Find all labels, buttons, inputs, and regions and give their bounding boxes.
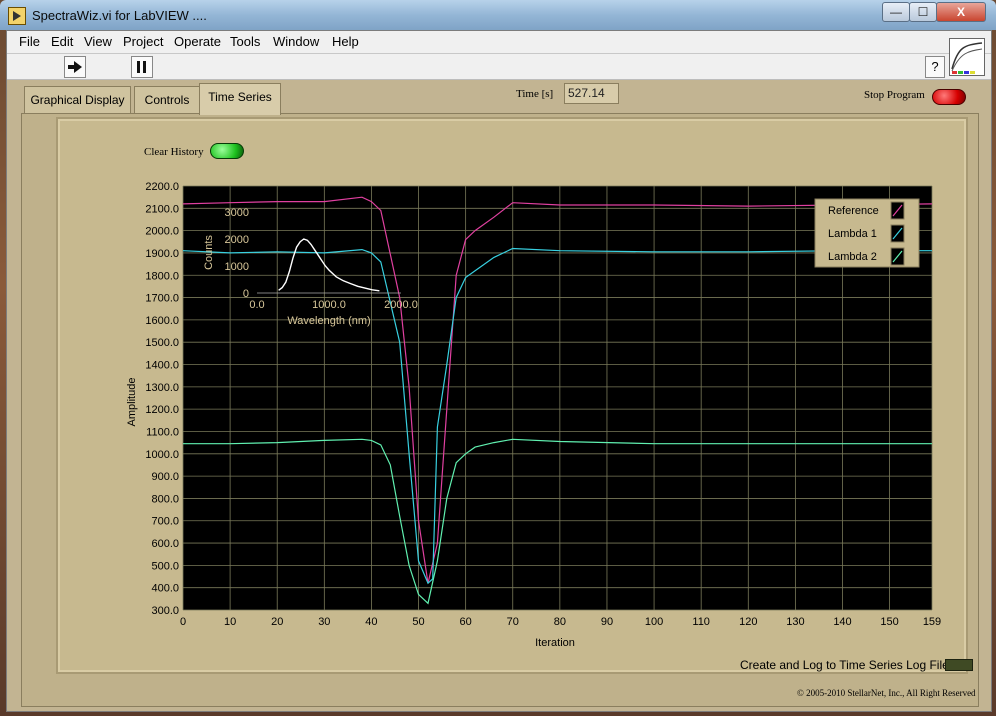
x-tick-label: 60: [460, 616, 472, 628]
inset-y-tick-label: 2000: [225, 234, 249, 246]
y-tick-label: 500.0: [151, 560, 179, 572]
maximize-button[interactable]: ☐: [909, 2, 937, 22]
y-tick-label: 700.0: [151, 516, 179, 528]
inset-x-tick-label: 1000.0: [312, 299, 346, 311]
window-title: SpectraWiz.vi for LabVIEW ....: [32, 8, 207, 23]
y-tick-label: 1700.0: [145, 293, 179, 305]
context-help-icon[interactable]: ?: [925, 56, 945, 78]
menu-window[interactable]: Window: [273, 34, 319, 49]
y-tick-label: 2200.0: [145, 181, 179, 193]
y-tick-label: 2000.0: [145, 226, 179, 238]
x-tick-label: 120: [739, 616, 757, 628]
x-tick-label: 110: [692, 616, 710, 628]
menu-view[interactable]: View: [84, 34, 112, 49]
inset-y-tick-label: 1000: [225, 261, 249, 273]
title-bar[interactable]: SpectraWiz.vi for LabVIEW .... — ☐ X: [0, 0, 996, 30]
y-tick-label: 300.0: [151, 605, 179, 617]
tab-graphical-display[interactable]: Graphical Display: [24, 86, 131, 113]
x-tick-label: 70: [507, 616, 519, 628]
x-tick-label: 10: [224, 616, 236, 628]
inset-y-tick-label: 0: [243, 288, 249, 300]
inset-y-axis-label: Counts: [203, 235, 215, 270]
x-tick-label: 0: [180, 616, 186, 628]
inset-x-tick-label: 2000.0: [384, 299, 418, 311]
graph-frame: Clear History 2200.0 2100.0 2000.0 1900.0 18…: [56, 117, 973, 674]
menu-edit[interactable]: Edit: [51, 34, 73, 49]
x-tick-label: 40: [365, 616, 377, 628]
pause-icon[interactable]: [131, 56, 153, 78]
x-tick-label: 130: [786, 616, 804, 628]
x-tick-label: 80: [554, 616, 566, 628]
time-indicator: 527.14: [564, 83, 619, 104]
menu-file[interactable]: File: [19, 34, 40, 49]
vi-frame: File Edit View Project Operate Tools Win…: [6, 30, 992, 712]
inset-y-tick-label: 3000: [225, 207, 249, 219]
y-tick-label: 1800.0: [145, 270, 179, 282]
y-axis-label: Amplitude: [126, 378, 138, 427]
log-file-label: Create and Log to Time Series Log File: [740, 658, 949, 672]
stop-program-label: Stop Program: [864, 89, 925, 101]
window: SpectraWiz.vi for LabVIEW .... — ☐ X Fil…: [0, 0, 996, 716]
x-tick-label: 150: [880, 616, 898, 628]
inset-x-tick-label: 0.0: [249, 299, 264, 311]
labview-app-icon: [8, 7, 26, 25]
x-tick-label: 20: [271, 616, 283, 628]
y-tick-label: 1000.0: [145, 449, 179, 461]
x-tick-label: 50: [412, 616, 424, 628]
y-tick-label: 1900.0: [145, 248, 179, 260]
y-axis-ticks: 2200.0 2100.0 2000.0 1900.0 1800.0 1700.0 1600…: [145, 181, 179, 617]
time-label: Time [s]: [516, 88, 554, 100]
x-tick-label: 159: [923, 616, 941, 628]
y-tick-label: 1300.0: [145, 382, 179, 394]
tab-content-time-series: Clear History 2200.0 2100.0 2000.0 1900.0 18…: [21, 113, 979, 707]
run-arrow-icon[interactable]: [64, 56, 86, 78]
log-file-toggle[interactable]: [945, 659, 973, 671]
toolbar: ?: [7, 54, 991, 80]
y-tick-label: 1100.0: [146, 426, 179, 438]
stop-program-button[interactable]: [932, 89, 966, 105]
copyright-text: © 2005-2010 StellarNet, Inc., All Right …: [797, 688, 976, 698]
y-tick-label: 400.0: [151, 583, 179, 595]
x-tick-label: 100: [645, 616, 663, 628]
vi-connector-icon: [949, 38, 985, 76]
y-tick-label: 1400.0: [145, 360, 179, 372]
tab-controls[interactable]: Controls: [134, 86, 200, 113]
inset-x-axis-label: Wavelength (nm): [287, 315, 370, 327]
y-tick-label: 1200.0: [145, 404, 179, 416]
x-axis-ticks: 0 10 20 30 40 50 60 70 80 90 100 110 120 130 140 150 159: [180, 616, 941, 628]
y-tick-label: 2100.0: [145, 203, 179, 215]
time-series-chart: 2200.02100.02000.01900.01800.01700.01600…: [126, 181, 941, 649]
x-tick-label: 140: [833, 616, 851, 628]
tab-time-series[interactable]: Time Series: [199, 83, 281, 115]
x-tick-label: 30: [318, 616, 330, 628]
x-axis-label: Iteration: [535, 637, 575, 649]
y-tick-label: 800.0: [151, 493, 179, 505]
menu-operate[interactable]: Operate: [174, 34, 221, 49]
y-tick-label: 1600.0: [145, 315, 179, 327]
minimize-button[interactable]: —: [882, 2, 910, 22]
front-panel: Graphical Display Controls Time Series T…: [7, 80, 991, 711]
legend-entry-label: Lambda 2: [828, 251, 877, 263]
menu-tools[interactable]: Tools: [230, 34, 260, 49]
close-button[interactable]: X: [936, 2, 986, 22]
legend-entry-label: Reference: [828, 205, 879, 217]
chart-legend: Reference Lambda 1 Lambda 2: [814, 198, 920, 268]
y-tick-label: 600.0: [151, 538, 179, 550]
y-tick-label: 1500.0: [145, 337, 179, 349]
menu-project[interactable]: Project: [123, 34, 163, 49]
x-tick-label: 90: [601, 616, 613, 628]
menu-bar: File Edit View Project Operate Tools Win…: [7, 31, 991, 54]
legend-entry-label: Lambda 1: [828, 228, 877, 240]
menu-help[interactable]: Help: [332, 34, 359, 49]
y-tick-label: 900.0: [151, 471, 179, 483]
